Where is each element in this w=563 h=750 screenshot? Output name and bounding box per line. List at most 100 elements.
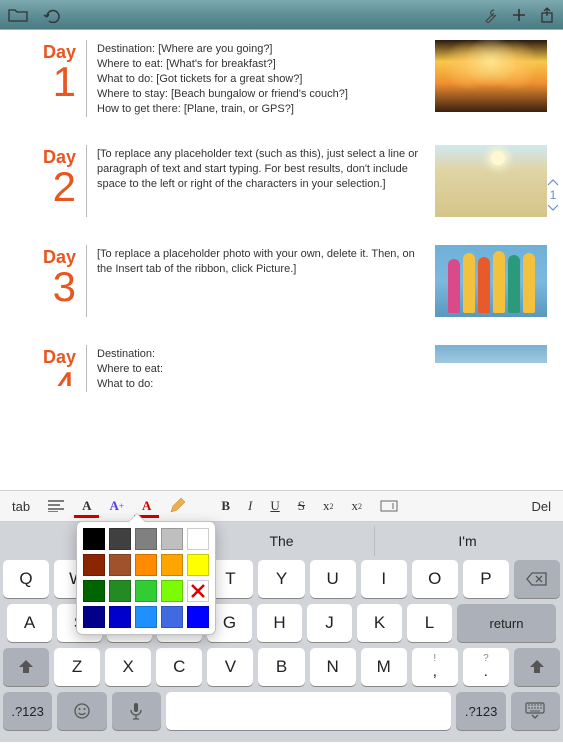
page-indicator[interactable]: 1 [547,178,559,212]
underline-button[interactable]: U [262,494,287,518]
day-number: 4 [16,368,76,386]
numbers-key[interactable]: .?123 [456,692,505,730]
color-swatch[interactable] [161,554,183,576]
font-size-button[interactable]: A+ [101,494,131,518]
color-swatch[interactable] [187,606,209,628]
font-color-button[interactable]: A [74,494,99,518]
key-k[interactable]: K [357,604,402,642]
color-swatch[interactable] [161,580,183,602]
align-icon[interactable] [40,496,72,516]
suggestion[interactable]: The [189,526,375,556]
color-swatch[interactable] [83,554,105,576]
color-swatch[interactable] [109,606,131,628]
day-block: Day 4 Destination: Where to eat: What to… [16,345,547,392]
key-l[interactable]: L [407,604,452,642]
wrench-icon[interactable] [481,7,499,23]
placeholder-image-surfboards[interactable] [435,245,547,317]
space-key[interactable] [166,692,452,730]
divider [86,345,87,392]
day-label: Day 1 [16,40,76,117]
color-swatch[interactable] [109,554,131,576]
color-swatch[interactable] [135,528,157,550]
day-block: Day 3 [To replace a placeholder photo wi… [16,245,547,317]
chevron-up-icon[interactable] [547,178,559,186]
emoji-key[interactable] [57,692,106,730]
day-block: Day 2 [To replace any placeholder text (… [16,145,547,217]
color-swatch[interactable] [109,580,131,602]
color-swatch[interactable] [109,528,131,550]
placeholder-image-concert[interactable] [435,40,547,112]
textbox-icon[interactable] [372,496,406,516]
key-u[interactable]: U [310,560,356,598]
color-swatch[interactable] [135,580,157,602]
dismiss-keyboard-key[interactable] [511,692,560,730]
return-key[interactable]: return [457,604,556,642]
day-number: 2 [16,168,76,206]
suggestion[interactable]: I'm [375,526,560,556]
key-c[interactable]: C [156,648,202,686]
document-canvas[interactable]: Day 1 Destination: [Where are you going?… [0,30,563,490]
day-block: Day 1 Destination: [Where are you going?… [16,40,547,117]
strikethrough-button[interactable]: S [290,494,313,518]
color-swatch[interactable] [83,580,105,602]
color-swatch[interactable] [187,554,209,576]
divider [86,40,87,117]
day-text[interactable]: Destination: [Where are you going?] Wher… [97,40,425,117]
backspace-key[interactable] [514,560,560,598]
color-swatch[interactable] [83,606,105,628]
day-number: 1 [16,63,76,101]
key-m[interactable]: M [361,648,407,686]
no-color-swatch[interactable] [187,580,209,602]
key-y[interactable]: Y [258,560,304,598]
undo-icon[interactable] [42,7,62,23]
add-icon[interactable] [511,7,527,23]
key-punct[interactable]: ?. [463,648,509,686]
color-swatch[interactable] [161,528,183,550]
day-text[interactable]: [To replace a placeholder photo with you… [97,245,425,317]
mic-key[interactable] [112,692,161,730]
shift-key[interactable] [3,648,49,686]
shift-key[interactable] [514,648,560,686]
key-p[interactable]: P [463,560,509,598]
color-swatch[interactable] [135,606,157,628]
key-z[interactable]: Z [54,648,100,686]
day-text[interactable]: [To replace any placeholder text (such a… [97,145,425,217]
placeholder-image[interactable] [435,345,547,363]
bold-button[interactable]: B [213,494,238,518]
color-swatch[interactable] [187,528,209,550]
key-o[interactable]: O [412,560,458,598]
day-text[interactable]: Destination: Where to eat: What to do: [97,345,425,392]
key-b[interactable]: B [258,648,304,686]
day-number: 3 [16,268,76,306]
color-swatch[interactable] [161,606,183,628]
key-h[interactable]: H [257,604,302,642]
color-picker-popover [76,521,216,635]
key-punct[interactable]: !, [412,648,458,686]
page-number: 1 [550,188,557,202]
chevron-down-icon[interactable] [547,204,559,212]
folder-icon[interactable] [8,7,28,23]
key-x[interactable]: X [105,648,151,686]
key-a[interactable]: A [7,604,52,642]
key-j[interactable]: J [307,604,352,642]
numbers-key[interactable]: .?123 [3,692,52,730]
tab-button[interactable]: tab [4,495,38,518]
delete-button[interactable]: Del [523,495,559,518]
color-swatch[interactable] [135,554,157,576]
pencil-icon[interactable] [161,494,193,518]
subscript-button[interactable]: x2 [315,494,342,518]
formatting-toolbar: tab A A+ A B I U S x2 x2 Del [0,490,563,522]
superscript-button[interactable]: x2 [343,494,370,518]
color-swatch[interactable] [83,528,105,550]
key-n[interactable]: N [310,648,356,686]
day-label: Day 2 [16,145,76,217]
key-v[interactable]: V [207,648,253,686]
key-i[interactable]: I [361,560,407,598]
placeholder-image-beach[interactable] [435,145,547,217]
color-grid [83,528,209,628]
share-icon[interactable] [539,7,555,23]
italic-button[interactable]: I [240,494,260,518]
key-q[interactable]: Q [3,560,49,598]
divider [86,145,87,217]
divider [86,245,87,317]
